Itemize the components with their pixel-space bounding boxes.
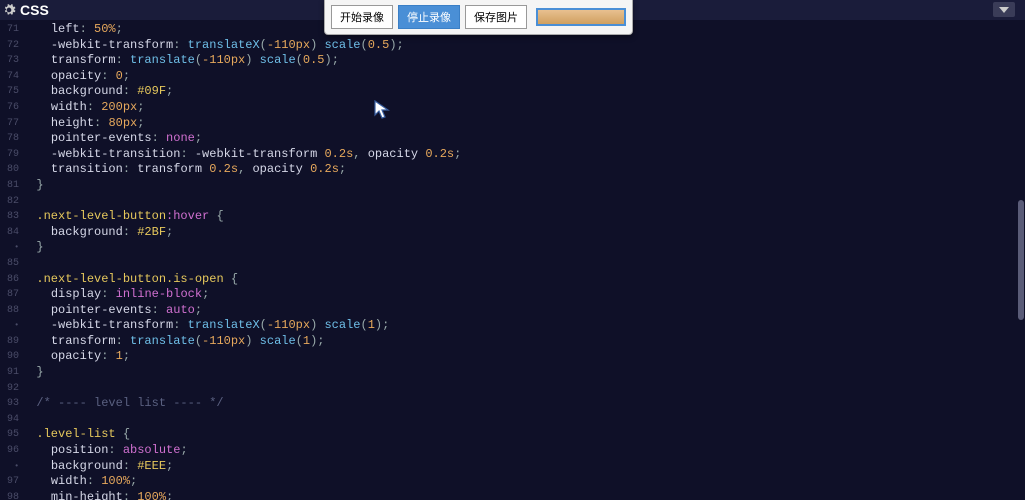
code-editor[interactable]: 7172737475767778798081828384858687888990… — [0, 20, 1025, 500]
line-gutter: 7172737475767778798081828384858687888990… — [0, 20, 22, 500]
code-content[interactable]: left: 50%; -webkit-transform: translateX… — [22, 20, 1017, 500]
stop-recording-button[interactable]: 停止录像 — [398, 5, 460, 29]
scrollbar[interactable] — [1017, 20, 1025, 500]
recording-thumbnail[interactable] — [536, 8, 626, 26]
save-image-button[interactable]: 保存图片 — [465, 5, 527, 29]
scrollbar-thumb[interactable] — [1018, 200, 1024, 320]
start-recording-button[interactable]: 开始录像 — [331, 5, 393, 29]
recording-toolbar: 开始录像 停止录像 保存图片 — [324, 0, 633, 35]
panel-dropdown[interactable] — [993, 2, 1015, 17]
gear-icon[interactable] — [2, 3, 16, 17]
panel-title: CSS — [20, 2, 49, 18]
